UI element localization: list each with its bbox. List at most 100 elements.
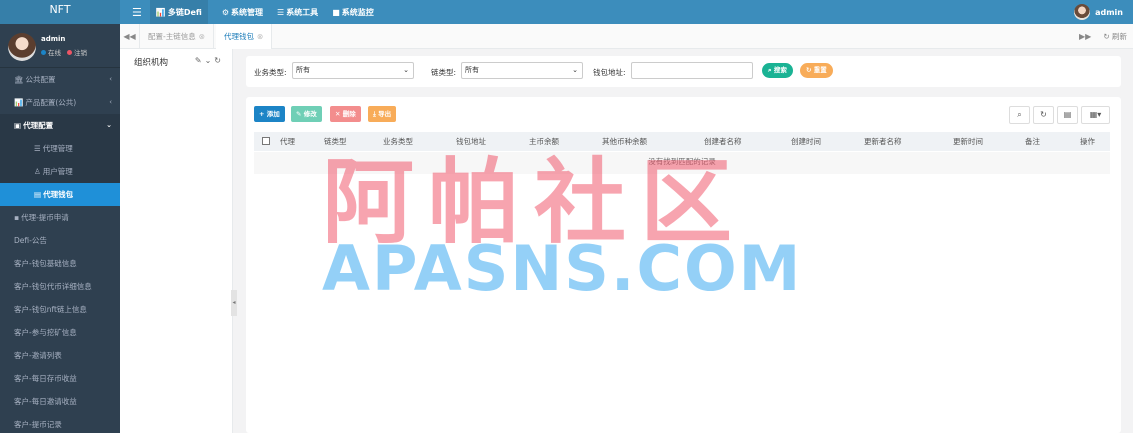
sidebar-item-wallet-nft[interactable]: 客户-钱包nft链上信息 [0, 298, 120, 321]
sidebar-item-public-config[interactable]: 🏛 公共配置 ‹ [0, 68, 120, 91]
user-panel: admin 在线 注销 [0, 24, 120, 68]
avatar [1074, 4, 1091, 20]
reset-button[interactable]: ↻ 重置 [800, 63, 833, 78]
tab-chain-info[interactable]: 配置-主链信息 ⊗ [140, 24, 215, 49]
sidebar-item-invite-list[interactable]: 客户-邀请列表 [0, 344, 120, 367]
column-header[interactable]: 备注 [1025, 132, 1040, 151]
sidebar-item-product-config[interactable]: 📊 产品配置(公共) ‹ [0, 91, 120, 114]
sidebar-item-daily-deposit[interactable]: 客户-每日存币收益 [0, 367, 120, 390]
export-button[interactable]: ⤓ 导出 [368, 106, 397, 122]
chevron-down-icon: ⌄ [403, 66, 409, 74]
refresh-tab-button[interactable]: ↻ 刷新 [1103, 24, 1127, 49]
sidebar-item-mining[interactable]: 客户-参与挖矿信息 [0, 321, 120, 344]
close-icon[interactable]: ⊗ [257, 32, 263, 41]
select-value: 所有 [296, 66, 310, 74]
sidebar-item-agent-wallet[interactable]: ▤ 代理钱包 [0, 183, 120, 206]
wallet-address-input[interactable] [631, 62, 753, 79]
top-username: admin [1095, 7, 1123, 17]
table-export-button[interactable]: ▤ [1057, 106, 1078, 124]
close-icon[interactable]: ⊗ [199, 32, 205, 41]
sidebar-item-daily-invite[interactable]: 客户-每日邀请收益 [0, 390, 120, 413]
tabs-scroll-right-icon[interactable]: ▶▶ [1079, 24, 1093, 49]
column-header[interactable]: 更新者名称 [864, 132, 902, 151]
list-icon: ☰ [34, 144, 41, 153]
chain-type-select[interactable]: 所有 ⌄ [461, 62, 583, 79]
table-search-button[interactable]: ⌕ [1009, 106, 1030, 124]
delete-button[interactable]: ✕ 删除 [330, 106, 361, 122]
column-header[interactable]: 更新时间 [953, 132, 983, 151]
list-icon: ☰ [277, 7, 285, 17]
top-navbar: NFT ☰ 📊 多链Defi ⚙ 系统管理 ☰ 系统工具 ■ 系统监控 admin [0, 0, 1133, 24]
add-button[interactable]: + 添加 [254, 106, 285, 122]
menu-toggle-icon[interactable]: ☰ [132, 6, 142, 19]
column-header[interactable]: 创建时间 [791, 132, 821, 151]
chevron-left-icon: ‹ [109, 98, 112, 106]
column-header[interactable]: 操作 [1080, 132, 1095, 151]
topnav-label: 系统工具 [286, 7, 319, 17]
logout-icon[interactable] [67, 49, 72, 55]
document-icon: ▤ [1063, 110, 1072, 119]
sidebar-item-label: 代理管理 [42, 144, 73, 153]
sidebar-item-withdraw-record[interactable]: 客户-提币记录 [0, 413, 120, 433]
sidebar-item-defi-notice[interactable]: Defi-公告 [0, 229, 120, 252]
edit-icon: ✎ [296, 110, 302, 118]
sidebar-item-label: 产品配置(公共) [25, 98, 77, 107]
tab-label: 代理钱包 [224, 32, 254, 41]
logout-link[interactable]: 注销 [74, 47, 87, 57]
sidebar-item-label: 客户-每日存币收益 [14, 374, 77, 383]
tab-label: 配置-主链信息 [148, 32, 196, 41]
topnav-item-tools[interactable]: ☰ 系统工具 [277, 7, 318, 18]
select-all-checkbox[interactable] [262, 137, 270, 145]
topnav-label: 系统管理 [231, 7, 264, 17]
sidebar-item-wallet-token[interactable]: 客户-钱包代币详细信息 [0, 275, 120, 298]
columns-toggle-button[interactable]: ▦▾ [1081, 106, 1110, 124]
topnav-item-system[interactable]: ⚙ 系统管理 [222, 7, 263, 18]
edit-button[interactable]: ✎ 修改 [291, 106, 322, 122]
sidebar-item-wallet-basic[interactable]: 客户-钱包基础信息 [0, 252, 120, 275]
bar-chart-icon: 📊 [155, 7, 166, 17]
business-type-select[interactable]: 所有 ⌄ [292, 62, 414, 79]
refresh-icon: ↻ [806, 66, 812, 74]
sidebar-item-label: 客户-参与挖矿信息 [14, 328, 77, 337]
refresh-icon: ↻ [1040, 110, 1047, 119]
panel-collapse-handle[interactable]: ◂ [231, 290, 237, 316]
sidebar-item-label: 用户管理 [42, 167, 73, 176]
topnav-label: 系统监控 [341, 7, 374, 17]
search-form: 业务类型: 所有 ⌄ 链类型: 所有 ⌄ 钱包地址: ⌕ 搜索 ↻ 重置 [246, 56, 1121, 87]
edit-icon[interactable]: ✎ [195, 56, 205, 65]
org-tools: ✎⌄↻ [195, 56, 224, 65]
sidebar-item-user-manage[interactable]: ♙ 用户管理 [0, 160, 120, 183]
chevron-down-icon[interactable]: ⌄ [205, 56, 215, 65]
topnav-item-defi[interactable]: 📊 多链Defi [149, 0, 208, 24]
top-menu: ☰ 📊 多链Defi ⚙ 系统管理 ☰ 系统工具 ■ 系统监控 [132, 0, 388, 24]
image-icon: ▣ [14, 121, 22, 130]
wallet-address-label: 钱包地址: [593, 68, 626, 77]
sidebar: admin 在线 注销 🏛 公共配置 ‹ 📊 产品配置(公共) ‹ ▣ 代理配置 ⌄ ☰ 代理… [0, 24, 120, 433]
topnav-item-monitor[interactable]: ■ 系统监控 [332, 7, 374, 18]
business-type-label: 业务类型: [254, 68, 287, 77]
topnav-label: 多链Defi [167, 7, 202, 17]
sidebar-item-label: 代理钱包 [43, 190, 74, 199]
brand-logo: NFT [0, 0, 120, 24]
export-button-label: 导出 [378, 110, 392, 118]
online-label: 在线 [48, 49, 61, 57]
refresh-icon[interactable]: ↻ [214, 56, 224, 65]
sidebar-username: admin [41, 35, 66, 43]
chevron-down-icon: ⌄ [572, 66, 578, 74]
user-status: 在线 注销 [41, 47, 87, 57]
sidebar-item-agent-manage[interactable]: ☰ 代理管理 [0, 137, 120, 160]
tabs-scroll-left-icon[interactable]: ◀◀ [120, 24, 140, 49]
reset-button-label: 重置 [813, 66, 827, 74]
tab-agent-wallet[interactable]: 代理钱包 ⊗ [216, 24, 273, 49]
sidebar-item-withdraw-apply[interactable]: ▪ 代理-提币申请 [0, 206, 120, 229]
table-refresh-button[interactable]: ↻ [1033, 106, 1054, 124]
sidebar-item-agent-config[interactable]: ▣ 代理配置 ⌄ [0, 114, 120, 137]
sidebar-item-label: Defi-公告 [14, 236, 47, 245]
user-menu[interactable]: admin [1074, 0, 1123, 24]
column-header[interactable]: 代理 [280, 132, 295, 151]
chain-type-label: 链类型: [431, 68, 457, 77]
sidebar-item-label: 客户-钱包代币详细信息 [14, 282, 92, 291]
search-button[interactable]: ⌕ 搜索 [762, 63, 793, 78]
bank-icon: 🏛 [14, 75, 24, 84]
sidebar-item-label: 客户-钱包nft链上信息 [14, 305, 87, 314]
